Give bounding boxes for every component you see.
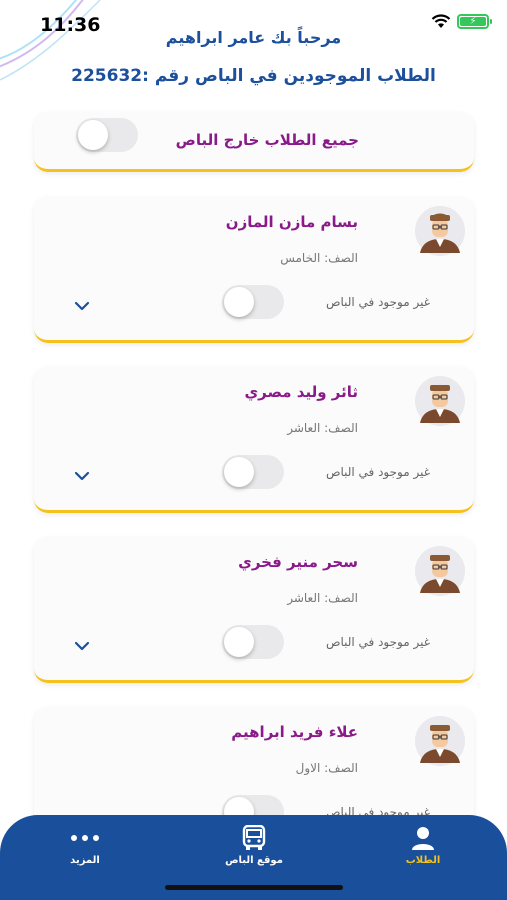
battery-icon: ⚡ bbox=[457, 14, 492, 29]
tab-students[interactable]: الطلاب bbox=[378, 825, 468, 866]
student-card: بسام مازن المازن الصف: الخامس غير موجود … bbox=[34, 197, 474, 343]
home-indicator bbox=[165, 885, 343, 890]
tab-bus-location-label: موقع الباص bbox=[225, 855, 283, 866]
student-presence-toggle[interactable] bbox=[222, 455, 284, 489]
bus-icon bbox=[242, 825, 266, 850]
wifi-icon bbox=[431, 14, 451, 28]
status-icons: ⚡ bbox=[431, 14, 492, 29]
student-status: غير موجود في الباص bbox=[325, 635, 430, 649]
student-avatar-icon bbox=[415, 546, 465, 596]
bus-number-heading: الطلاب الموجودين في الباص رقم :225632 bbox=[71, 66, 436, 86]
more-dots-icon bbox=[71, 835, 99, 841]
all-students-toggle[interactable] bbox=[76, 118, 138, 152]
student-status: غير موجود في الباص bbox=[325, 465, 430, 479]
all-students-label: جميع الطلاب خارج الباص bbox=[175, 131, 359, 149]
student-card: سحر منير فخري الصف: العاشر غير موجود في … bbox=[34, 537, 474, 683]
student-grade: الصف: الخامس bbox=[280, 251, 358, 265]
student-grade: الصف: العاشر bbox=[287, 591, 358, 605]
student-name: ثائر وليد مصري bbox=[244, 383, 358, 401]
tab-more[interactable]: المزيد bbox=[40, 825, 130, 866]
student-presence-toggle[interactable] bbox=[222, 285, 284, 319]
student-presence-toggle[interactable] bbox=[222, 625, 284, 659]
student-name: سحر منير فخري bbox=[238, 553, 358, 571]
student-name: علاء فريد ابراهيم bbox=[231, 723, 358, 741]
student-status: غير موجود في الباص bbox=[325, 295, 430, 309]
tab-bus-location[interactable]: موقع الباص bbox=[209, 825, 299, 866]
student-avatar-icon bbox=[415, 206, 465, 256]
greeting-text: مرحباً بك عامر ابراهيم bbox=[165, 28, 342, 47]
chevron-down-icon[interactable] bbox=[74, 641, 90, 651]
student-avatar-icon bbox=[415, 376, 465, 426]
student-card: ثائر وليد مصري الصف: العاشر غير موجود في… bbox=[34, 367, 474, 513]
chevron-down-icon[interactable] bbox=[74, 471, 90, 481]
student-grade: الصف: الاول bbox=[295, 761, 358, 775]
all-students-card: جميع الطلاب خارج الباص bbox=[34, 112, 474, 172]
chevron-down-icon[interactable] bbox=[74, 301, 90, 311]
student-grade: الصف: العاشر bbox=[287, 421, 358, 435]
student-avatar-icon bbox=[415, 716, 465, 766]
tab-students-label: الطلاب bbox=[405, 855, 441, 866]
tab-more-label: المزيد bbox=[70, 855, 100, 866]
person-icon bbox=[412, 827, 434, 850]
student-name: بسام مازن المازن bbox=[225, 213, 358, 231]
